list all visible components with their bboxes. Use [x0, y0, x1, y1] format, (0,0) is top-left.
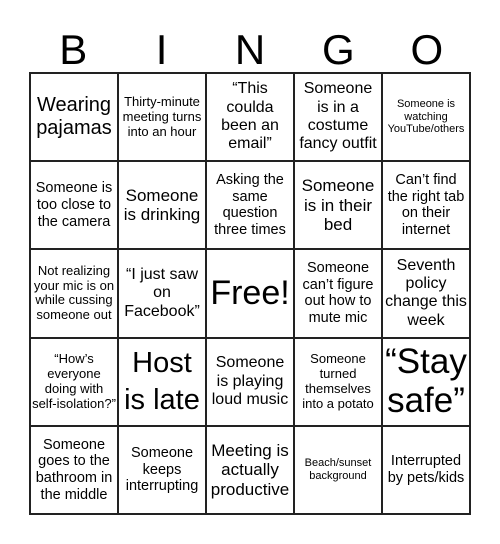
bingo-cell[interactable]: Seventh policy change this week — [382, 249, 470, 338]
bingo-cell[interactable]: “Stay safe” — [382, 337, 470, 426]
bingo-cell[interactable]: Beach/sunset background — [294, 425, 382, 514]
bingo-cell[interactable]: Someone is in a costume fancy outfit — [294, 73, 382, 162]
bingo-cell[interactable]: Someone is too close to the camera — [30, 161, 118, 250]
bingo-cell[interactable]: “This coulda been an email” — [206, 73, 294, 162]
bingo-cell[interactable]: Meeting is actually productive — [206, 425, 294, 514]
bingo-header: B I N G O — [29, 28, 471, 72]
bingo-cell[interactable]: Asking the same question three times — [206, 161, 294, 250]
bingo-cell[interactable]: Someone is playing loud music — [206, 337, 294, 426]
header-letter-i: I — [155, 26, 168, 73]
bingo-cell[interactable]: Someone turned themselves into a potato — [294, 337, 382, 426]
bingo-card: Wearing pajamas Thirty-minute meeting tu… — [29, 72, 471, 515]
bingo-cell[interactable]: Wearing pajamas — [30, 73, 118, 162]
bingo-cell[interactable]: Not realizing your mic is on while cussi… — [30, 249, 118, 338]
bingo-cell[interactable]: Someone goes to the bathroom in the midd… — [30, 425, 118, 514]
header-letter-g: G — [322, 26, 355, 73]
header-letter-b: B — [59, 26, 88, 73]
header-letter-n: N — [234, 26, 266, 73]
bingo-cell[interactable]: Thirty-minute meeting turns into an hour — [118, 73, 206, 162]
bingo-cell[interactable]: “I just saw on Facebook” — [118, 249, 206, 338]
bingo-cell[interactable]: “How’s everyone doing with self-isolatio… — [30, 337, 118, 426]
bingo-cell[interactable]: Host is late — [118, 337, 206, 426]
bingo-cell[interactable]: Someone is in their bed — [294, 161, 382, 250]
bingo-cell[interactable]: Can’t find the right tab on their intern… — [382, 161, 470, 250]
bingo-cell[interactable]: Someone keeps interrupting — [118, 425, 206, 514]
bingo-cell[interactable]: Interrupted by pets/kids — [382, 425, 470, 514]
bingo-cell[interactable]: Someone is drinking — [118, 161, 206, 250]
bingo-cell[interactable]: Someone can’t figure out how to mute mic — [294, 249, 382, 338]
free-space[interactable]: Free! — [206, 249, 294, 338]
bingo-cell[interactable]: Someone is watching YouTube/others — [382, 73, 470, 162]
header-letter-o: O — [410, 26, 444, 73]
